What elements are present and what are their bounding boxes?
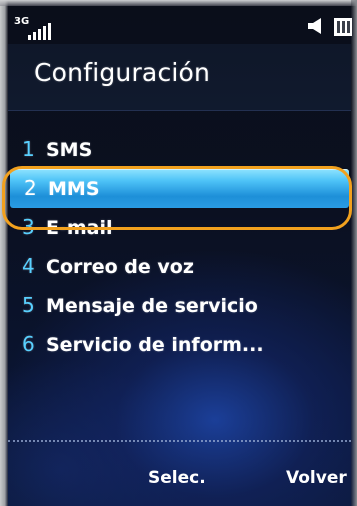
photo-frame-right — [351, 0, 357, 506]
back-softkey[interactable]: Volver — [286, 468, 347, 488]
menu-item-label: E-mail — [46, 217, 113, 239]
status-bar: 3G — [8, 6, 352, 44]
softkey-divider — [8, 440, 351, 442]
menu-item-number: 2 — [24, 176, 37, 200]
menu-item-email[interactable]: 3 E-mail — [8, 208, 351, 247]
page-title: Configuración — [34, 58, 211, 87]
speaker-icon — [308, 18, 321, 34]
menu-item-number: 6 — [22, 332, 35, 356]
menu-item-number: 5 — [22, 293, 35, 317]
settings-menu: 1 SMS 2 MMS 3 E-mail 4 Correo de voz 5 Mensaj… — [8, 130, 351, 364]
photo-frame-left — [0, 0, 8, 506]
phone-screen: 3G Configuración 1 SMS 2 MMS 3 E-mail 4 … — [0, 0, 357, 506]
menu-item-number: 4 — [22, 254, 35, 278]
menu-item-voicemail[interactable]: 4 Correo de voz — [8, 247, 351, 286]
menu-item-label: Servicio de inform... — [46, 334, 264, 356]
menu-item-service-message[interactable]: 5 Mensaje de servicio — [8, 286, 351, 325]
select-softkey[interactable]: Selec. — [148, 468, 206, 488]
menu-item-info-service[interactable]: 6 Servicio de inform... — [8, 325, 351, 364]
menu-item-number: 3 — [22, 215, 35, 239]
menu-item-label: SMS — [46, 139, 93, 161]
battery-icon — [334, 18, 352, 36]
signal-strength-icon — [28, 18, 68, 40]
menu-item-number: 1 — [22, 137, 35, 161]
menu-item-sms[interactable]: 1 SMS — [8, 130, 351, 169]
menu-item-label: Correo de voz — [46, 256, 194, 278]
screen-header: Configuración — [8, 44, 351, 111]
menu-item-mms[interactable]: 2 MMS — [10, 169, 349, 208]
menu-item-label: Mensaje de servicio — [46, 295, 258, 317]
menu-item-label: MMS — [48, 178, 100, 200]
network-type-label: 3G — [14, 16, 30, 27]
